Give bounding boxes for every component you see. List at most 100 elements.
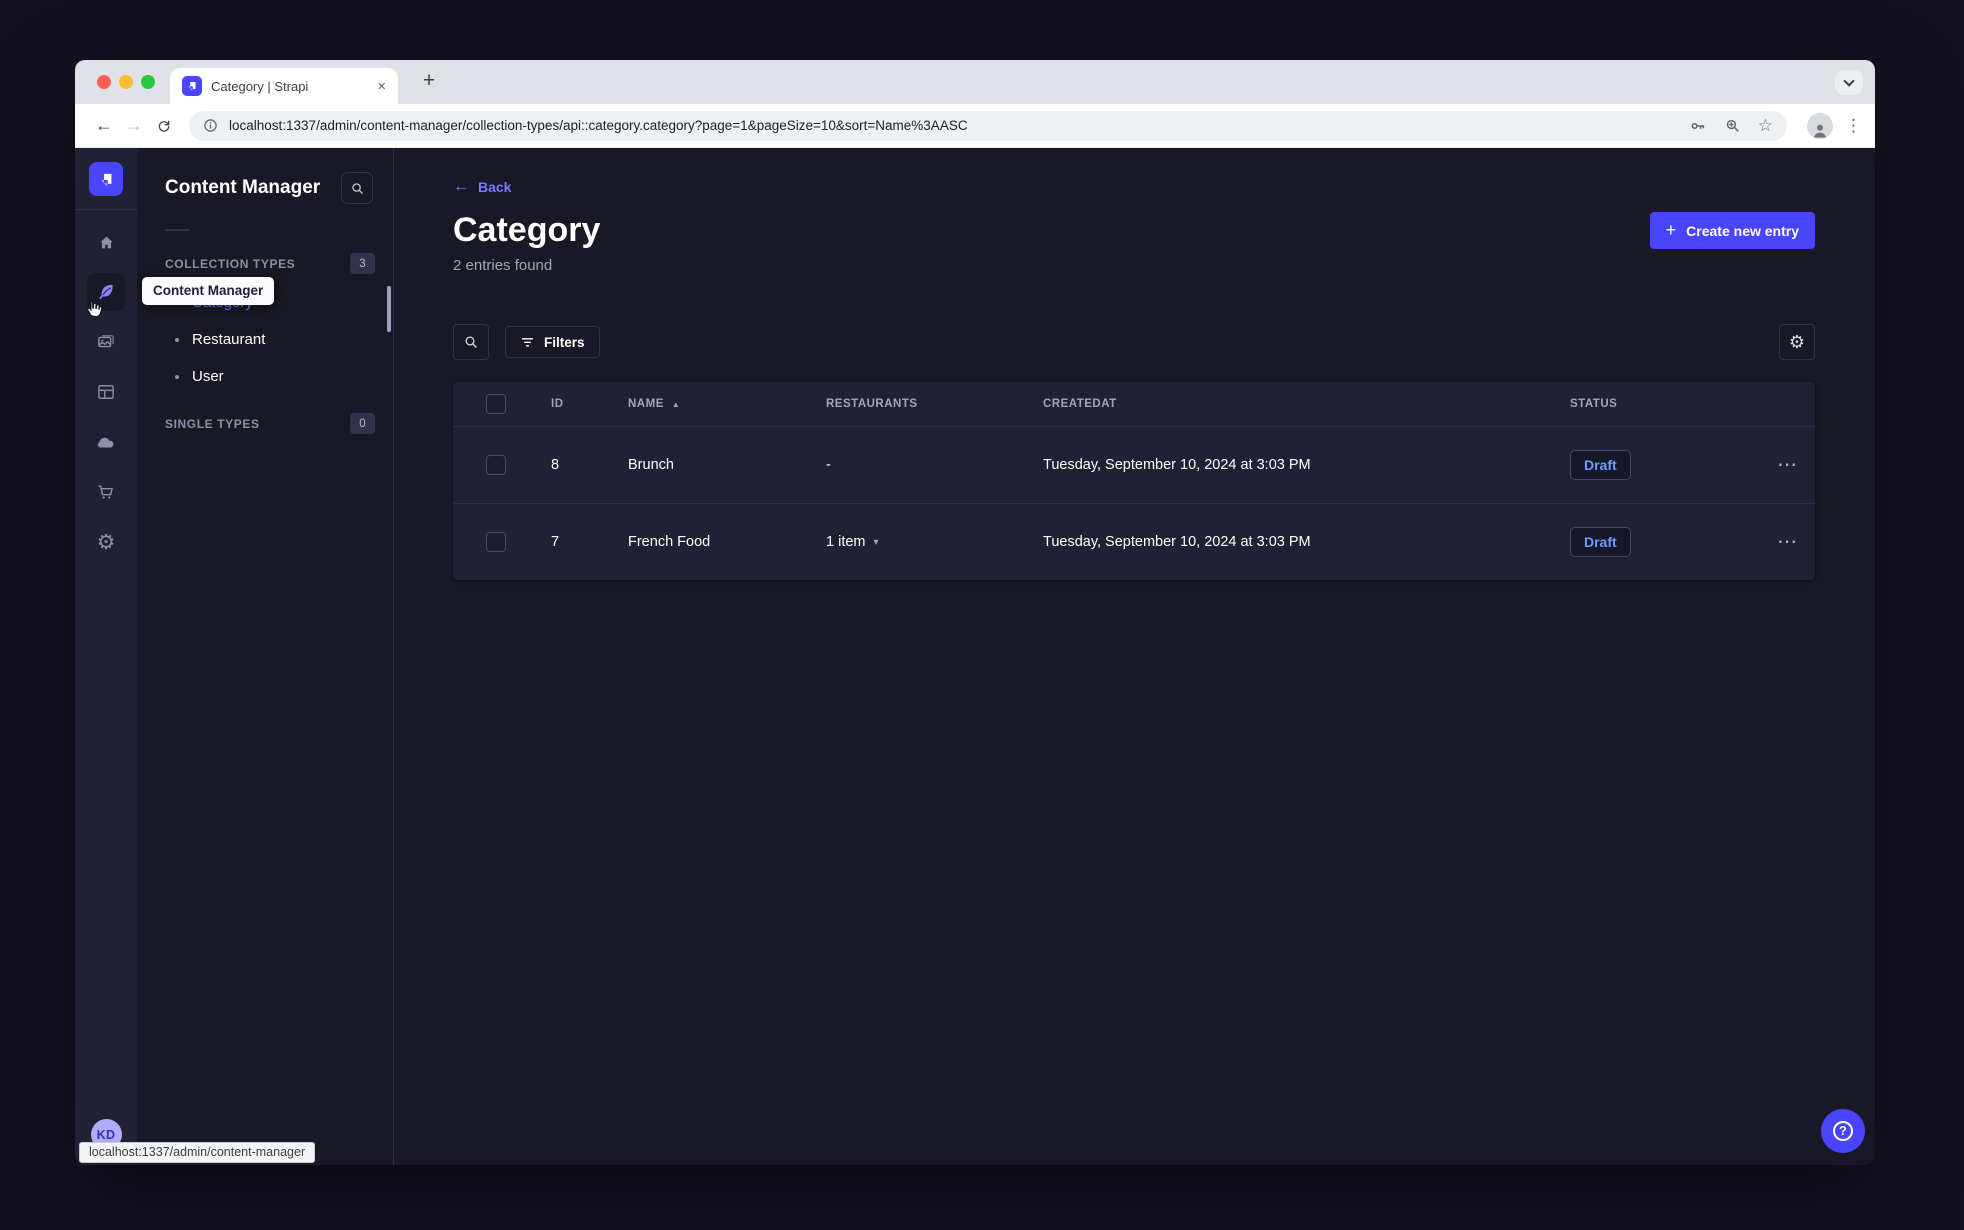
nav-content-type-builder-icon[interactable] xyxy=(87,373,125,411)
row-checkbox[interactable] xyxy=(486,455,506,476)
browser-tab-strip: Category | Strapi × + xyxy=(75,60,1875,104)
status-badge: Draft xyxy=(1570,527,1631,558)
url-text[interactable]: localhost:1337/admin/content-manager/col… xyxy=(229,118,1678,133)
filters-label: Filters xyxy=(544,334,585,350)
rail-icon-list: ⚙ xyxy=(87,223,125,561)
row-checkbox[interactable] xyxy=(486,532,506,553)
plus-icon: + xyxy=(1665,220,1677,240)
filter-icon xyxy=(521,338,534,347)
browser-menu-icon[interactable]: ⋮ xyxy=(1845,116,1862,136)
bullet-icon xyxy=(175,374,179,379)
browser-window: Category | Strapi × + ← → localhost:1337… xyxy=(75,60,1875,1165)
bookmark-star-icon[interactable]: ☆ xyxy=(1758,117,1773,134)
column-header-id[interactable]: ID xyxy=(551,398,628,410)
cell-id: 7 xyxy=(551,534,560,551)
table-row[interactable]: 7 French Food 1 item ▾ Tuesday, Septembe… xyxy=(453,503,1815,580)
gear-icon: ⚙ xyxy=(96,530,116,554)
cell-createdat: Tuesday, September 10, 2024 at 3:03 PM xyxy=(1043,534,1311,551)
browser-profile-avatar[interactable] xyxy=(1807,112,1833,139)
sidebar-item-label: User xyxy=(192,368,224,385)
back-label: Back xyxy=(478,179,512,195)
close-window-button[interactable] xyxy=(97,75,111,89)
nav-marketplace-icon[interactable] xyxy=(87,473,125,511)
site-info-icon[interactable] xyxy=(203,118,218,133)
select-all-checkbox[interactable] xyxy=(486,394,506,415)
cell-name: French Food xyxy=(628,534,711,551)
main-nav-rail: ⚙ KD xyxy=(75,148,137,1165)
nav-home-icon[interactable] xyxy=(87,223,125,261)
chevron-down-icon xyxy=(1843,74,1855,87)
main-content: ← Back Category 2 entries found + Create… xyxy=(394,148,1875,1165)
cell-name: Brunch xyxy=(628,457,674,474)
sort-ascending-icon: ▲ xyxy=(671,399,681,409)
sidebar-item-label: Restaurant xyxy=(192,331,266,348)
back-link[interactable]: ← Back xyxy=(453,178,512,196)
nav-cloud-icon[interactable] xyxy=(87,423,125,461)
tab-search-button[interactable] xyxy=(1835,70,1863,95)
table-row[interactable]: 8 Brunch - Tuesday, September 10, 2024 a… xyxy=(453,426,1815,503)
maximize-window-button[interactable] xyxy=(141,75,155,89)
create-new-entry-button[interactable]: + Create new entry xyxy=(1649,212,1815,249)
browser-back-button[interactable]: ← xyxy=(89,115,119,136)
relation-count-label: 1 item xyxy=(826,534,866,551)
caret-down-icon: ▾ xyxy=(873,536,879,548)
browser-forward-button[interactable]: → xyxy=(119,115,149,136)
create-button-label: Create new entry xyxy=(1686,222,1799,239)
status-badge: Draft xyxy=(1570,450,1631,481)
nav-settings-icon[interactable]: ⚙ xyxy=(87,523,125,561)
entries-table: ID NAME ▲ RESTAURANTS CREATEDAT STATUS 8… xyxy=(453,382,1815,581)
column-header-createdat[interactable]: CREATEDAT xyxy=(1043,398,1570,410)
cell-restaurants: - xyxy=(826,457,831,474)
column-header-restaurants[interactable]: RESTAURANTS xyxy=(826,398,1043,410)
page-header-left: Category 2 entries found xyxy=(453,211,601,275)
zoom-icon[interactable] xyxy=(1724,117,1741,134)
gear-icon: ⚙ xyxy=(1788,332,1806,353)
column-header-label: NAME xyxy=(628,398,664,411)
filters-button[interactable]: Filters xyxy=(505,326,600,359)
subnav-search-button[interactable] xyxy=(341,172,373,204)
url-bar-icons: ☆ xyxy=(1689,117,1773,135)
collection-types-count-badge: 3 xyxy=(350,253,375,274)
nav-content-manager-icon[interactable] xyxy=(87,273,125,317)
strapi-logo[interactable] xyxy=(89,162,123,196)
browser-reload-button[interactable] xyxy=(149,118,179,134)
table-search-button[interactable] xyxy=(453,324,489,361)
section-label: SINGLE TYPES xyxy=(165,416,260,431)
rail-divider xyxy=(75,209,137,210)
filters-toolbar: Filters ⚙ xyxy=(453,324,1815,361)
subnav-scrollbar[interactable] xyxy=(387,286,391,332)
subnav-title: Content Manager xyxy=(165,177,321,198)
tab-close-icon[interactable]: × xyxy=(375,77,388,96)
link-preview-status-bar: localhost:1337/admin/content-manager xyxy=(79,1142,316,1163)
single-types-count-badge: 0 xyxy=(350,413,375,434)
subnav-header: Content Manager xyxy=(137,172,393,204)
strapi-app: ⚙ KD Content Manager COLLECTION TYPES 3 … xyxy=(75,148,1875,1165)
section-label: COLLECTION TYPES xyxy=(165,256,296,271)
view-settings-button[interactable]: ⚙ xyxy=(1779,324,1815,361)
window-controls xyxy=(97,75,155,89)
page-header: Category 2 entries found + Create new en… xyxy=(453,211,1815,275)
entries-count: 2 entries found xyxy=(453,257,553,275)
cursor-pointer-icon xyxy=(83,299,104,320)
minimize-window-button[interactable] xyxy=(119,75,133,89)
single-types-section-header: SINGLE TYPES 0 xyxy=(137,413,393,434)
column-header-name[interactable]: NAME ▲ xyxy=(628,398,826,410)
sidebar-item-user[interactable]: User xyxy=(137,358,393,395)
browser-tab[interactable]: Category | Strapi × xyxy=(170,68,398,104)
cell-restaurants[interactable]: 1 item ▾ xyxy=(826,534,1043,550)
cell-id: 8 xyxy=(551,457,560,474)
sidebar-item-restaurant[interactable]: Restaurant xyxy=(137,321,393,358)
tab-title: Category | Strapi xyxy=(211,78,309,94)
passwords-key-icon[interactable] xyxy=(1689,117,1707,135)
column-header-status[interactable]: STATUS xyxy=(1570,398,1760,410)
nav-media-library-icon[interactable] xyxy=(87,323,125,361)
back-arrow-icon: ← xyxy=(453,178,469,195)
collection-types-section-header: COLLECTION TYPES 3 xyxy=(137,253,393,274)
strapi-favicon-icon xyxy=(182,76,202,96)
subnav-divider xyxy=(165,229,190,231)
url-bar[interactable]: localhost:1337/admin/content-manager/col… xyxy=(189,110,1787,141)
page-title: Category xyxy=(453,211,601,249)
new-tab-button[interactable]: + xyxy=(416,69,442,93)
help-button[interactable]: ? xyxy=(1821,1109,1865,1153)
bullet-icon xyxy=(175,337,179,342)
